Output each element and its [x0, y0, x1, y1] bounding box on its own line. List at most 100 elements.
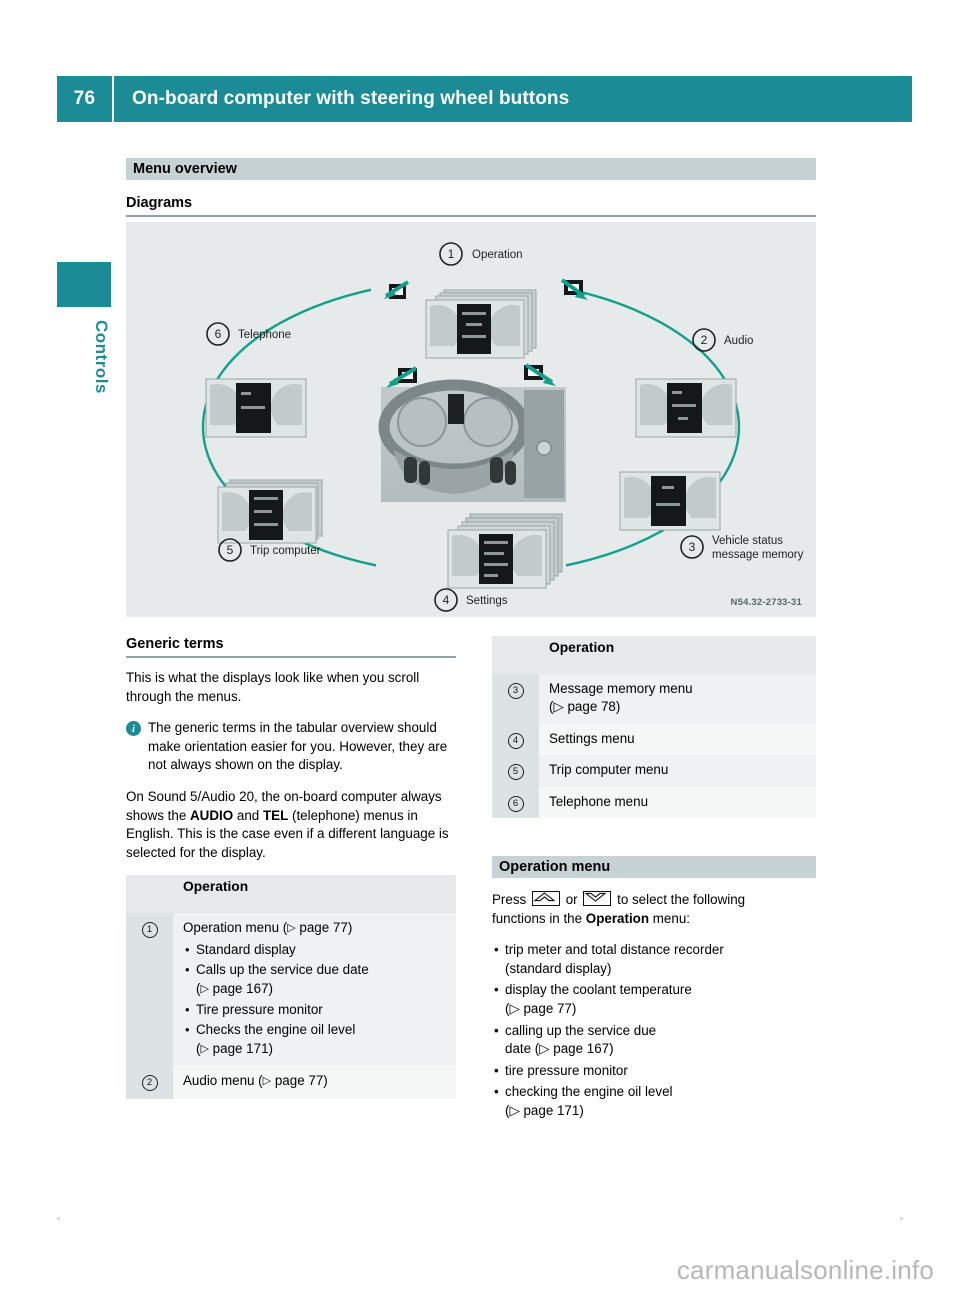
row-number-cell: 2: [126, 1066, 173, 1099]
chapter-tab-marker: [57, 262, 111, 307]
triangle-icon: ▷: [200, 1042, 209, 1055]
bullet-line1: tire pressure monitor: [505, 1062, 628, 1078]
row-title-text: Operation menu (: [183, 920, 288, 936]
page-ref-text: page 77: [299, 920, 348, 936]
chapter-tab-label: Controls: [92, 320, 111, 394]
row-number-cell: 3: [492, 674, 539, 724]
bullet-line2: date (▷ page 167): [505, 1041, 614, 1057]
bullet-text: Tire pressure monitor: [196, 1001, 323, 1017]
operation-functions-list: trip meter and total distance recorder (s…: [492, 941, 816, 1120]
list-item: trip meter and total distance recorder (s…: [494, 941, 816, 978]
subsection-diagrams-rule: [126, 215, 816, 217]
svg-text:message memory: message memory: [712, 549, 804, 561]
bullet-text: Calls up the service due date: [196, 962, 369, 978]
bullet-line2: (▷ page 77): [505, 1001, 577, 1016]
list-item: checking the engine oil level (▷ page 171…: [494, 1083, 816, 1120]
page-reference: ▷ page 77: [263, 1073, 324, 1088]
tel-keyword: TEL: [262, 807, 289, 823]
table-header-num-cell: [126, 875, 173, 914]
chevron-up-icon[interactable]: [531, 891, 560, 907]
table-header-row: Operation: [492, 636, 816, 674]
operation-table-left: Operation 1 Operation menu (▷ page 77) S…: [126, 875, 456, 1099]
row-content-cell: Message memory menu (▷ page 78): [539, 674, 816, 724]
page-ref-text: page 171: [212, 1040, 269, 1056]
row-title-close: ): [323, 1073, 328, 1089]
svg-text:Trip computer: Trip computer: [250, 545, 321, 557]
sound-audio-text-c: and: [233, 807, 263, 823]
row-content-cell: Trip computer menu: [539, 755, 816, 787]
table-header-num-cell: [492, 636, 539, 674]
table-row: 4 Settings menu: [492, 723, 816, 756]
row-number-cell: 4: [492, 723, 539, 756]
table-header-label: Operation: [539, 636, 816, 674]
row-bullet-list: Standard display Calls up the service du…: [183, 941, 448, 1059]
display-stack-vehicle-status: [619, 471, 721, 531]
steering-wheel-illustration: [378, 379, 566, 502]
display-stack-telephone: [205, 378, 307, 438]
triangle-icon: ▷: [287, 922, 296, 935]
callout-number-badge: 5: [507, 764, 524, 781]
table-row: 5 Trip computer menu: [492, 755, 816, 787]
info-note: i The generic terms in the tabular overv…: [126, 719, 456, 775]
callout-number-badge: 6: [507, 795, 524, 812]
table-header-row: Operation: [126, 875, 456, 914]
sound-audio-paragraph: On Sound 5/Audio 20, the on-board comput…: [126, 788, 456, 862]
row-content-cell: Telephone menu: [539, 786, 816, 819]
list-item: tire pressure monitor: [494, 1062, 816, 1081]
list-item: calling up the service due date (▷ page 1…: [494, 1022, 816, 1059]
list-item: Calls up the service due date (▷ page 167…: [185, 961, 448, 999]
page-header: 76 On-board computer with steering wheel…: [57, 76, 912, 122]
press-or: or: [565, 892, 578, 908]
svg-text:Vehicle status: Vehicle status: [712, 535, 783, 547]
svg-text:1: 1: [448, 247, 455, 261]
bullet-line1: trip meter and total distance recorder: [505, 942, 724, 958]
operation-table-right: Operation 3 Message memory menu (▷ page …: [492, 636, 816, 819]
section-bar-menu-overview-label: Menu overview: [133, 161, 237, 177]
table-row: 6 Telephone menu: [492, 786, 816, 819]
operation-keyword: Operation: [585, 910, 650, 926]
triangle-icon: ▷: [262, 1075, 272, 1088]
site-watermark: carmanualsonline.info: [676, 1255, 934, 1285]
table-row: 1 Operation menu (▷ page 77) Standard di…: [126, 913, 456, 1067]
callout-number-badge: 4: [507, 732, 524, 749]
page-title: On-board computer with steering wheel bu…: [132, 88, 570, 109]
diagram-svg: 1 Operation 6 Telephone 2 Audio 3 Vehicl…: [126, 222, 816, 617]
row-content-cell: Settings menu: [539, 723, 816, 756]
crop-mark: [900, 1217, 903, 1220]
press-instruction: Press or to select the following functio…: [492, 889, 816, 928]
row-title-text: Message memory menu: [549, 681, 693, 696]
table-header-label: Operation: [173, 875, 456, 914]
generic-terms-rule: [126, 656, 456, 658]
display-stack-operation: [425, 289, 537, 359]
row-content-cell: Operation menu (▷ page 77) Standard disp…: [173, 913, 456, 1067]
svg-text:4: 4: [443, 593, 450, 607]
list-item: Checks the engine oil level (▷ page 171): [185, 1021, 448, 1059]
list-item: Standard display: [185, 941, 448, 960]
press-line2-a: functions in the: [492, 910, 586, 926]
right-column: Operation 3 Message memory menu (▷ page …: [492, 636, 816, 1124]
bullet-text: Standard display: [196, 941, 296, 957]
info-icon: i: [126, 721, 141, 737]
section-bar-operation-menu-label: Operation menu: [499, 859, 611, 876]
row-number-cell: 5: [492, 755, 539, 787]
page-ref-text: page 77: [274, 1073, 324, 1089]
row-title-text: Audio menu (: [183, 1073, 263, 1089]
table-row: 2 Audio menu (▷ page 77): [126, 1066, 456, 1099]
bullet-line2: (standard display): [505, 960, 612, 976]
generic-terms-heading: Generic terms: [126, 636, 224, 652]
row-content-cell: Audio menu (▷ page 77): [173, 1066, 456, 1099]
display-stack-audio: [635, 378, 737, 438]
svg-text:6: 6: [215, 327, 222, 341]
svg-text:Telephone: Telephone: [238, 329, 291, 341]
chevron-down-icon[interactable]: [583, 891, 612, 907]
left-column: Generic terms This is what the displays …: [126, 636, 456, 1099]
callout-number-badge: 1: [141, 922, 158, 939]
press-prefix: Press: [492, 892, 527, 908]
svg-text:Settings: Settings: [466, 595, 508, 607]
page-ref-text: page 167: [212, 980, 269, 996]
callout-number-badge: 2: [141, 1075, 158, 1092]
subsection-diagrams: Diagrams: [126, 195, 816, 217]
svg-text:2: 2: [701, 333, 708, 347]
svg-text:3: 3: [689, 540, 696, 554]
callout-number-badge: 3: [507, 683, 524, 699]
